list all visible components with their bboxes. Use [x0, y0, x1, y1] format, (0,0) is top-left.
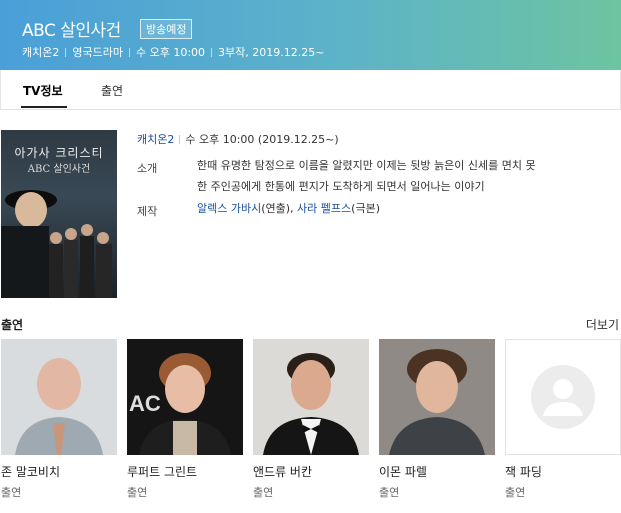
divider [211, 48, 213, 57]
cast-role: 출연 [253, 486, 274, 499]
cast-photo[interactable]: AC [127, 339, 243, 455]
cast-photo[interactable] [253, 339, 369, 455]
cast-photo[interactable] [379, 339, 495, 455]
cast-role: 출연 [505, 486, 526, 499]
cast-card[interactable]: 잭 파딩 출연 [505, 339, 621, 499]
cast-heading: 출연 [1, 318, 24, 332]
schedule-text: 수 오후 10:00 (2019.12.25~) [185, 133, 339, 146]
broadcast-info: 캐치온2 수 오후 10:00 (2019.12.25~) [137, 131, 339, 147]
cast-role: 출연 [127, 486, 148, 499]
program-poster[interactable]: 아가사 크리스티 ABC 살인사건 [1, 130, 117, 298]
meta-airtime: 수 오후 10:00 [135, 46, 206, 59]
writer-role: (극본) [351, 202, 380, 215]
tab-cast[interactable]: 출연 [101, 82, 123, 99]
cast-name[interactable]: 루퍼트 그린트 [127, 463, 197, 480]
cast-photo-art [263, 353, 359, 455]
person-placeholder-icon [531, 365, 595, 429]
tab-tv-info[interactable]: TV정보 [23, 82, 63, 99]
divider [128, 48, 130, 57]
active-tab-indicator [21, 106, 67, 108]
cast-card[interactable]: 이몬 파렐 출연 [379, 339, 495, 499]
cast-photo-art: AC [129, 353, 231, 455]
status-badge: 방송예정 [140, 19, 193, 39]
director-link[interactable]: 알렉스 가바시 [197, 202, 261, 215]
cast-card[interactable]: 존 말코비치 출연 [1, 339, 117, 499]
divider [65, 48, 67, 57]
program-meta: 캐치온2 영국드라마 수 오후 10:00 3부작, 2019.12.25~ [22, 44, 324, 60]
director-role: (연출), [261, 202, 298, 215]
cast-role: 출연 [379, 486, 400, 499]
channel-link[interactable]: 캐치온2 [137, 133, 174, 146]
cast-photo-placeholder[interactable] [505, 339, 621, 455]
intro-line-2: 한 주인공에게 한통에 편지가 도착하게 되면서 일어나는 이야기 [197, 180, 485, 193]
writer-link[interactable]: 사라 펠프스 [297, 202, 351, 215]
cast-card[interactable]: 앤드류 버칸 출연 [253, 339, 369, 499]
cast-name[interactable]: 존 말코비치 [1, 463, 60, 480]
production-credits: 알렉스 가바시(연출), 사라 펠프스(극본) [197, 198, 617, 219]
poster-artwork [1, 190, 112, 298]
intro-line-1: 한때 유명한 탐정으로 이름을 알렸지만 이제는 뒷방 늙은이 신세를 면치 못 [197, 159, 536, 172]
more-link[interactable]: 더보기 [586, 316, 619, 333]
cast-name[interactable]: 잭 파딩 [505, 463, 542, 480]
production-label: 제작 [137, 205, 158, 218]
intro-text: 한때 유명한 탐정으로 이름을 알렸지만 이제는 뒷방 늙은이 신세를 면치 못… [197, 155, 617, 197]
meta-episodes: 3부작, 2019.12.25~ [218, 46, 325, 59]
cast-name[interactable]: 앤드류 버칸 [253, 463, 312, 480]
cast-card[interactable]: AC 루퍼트 그린트 출연 [127, 339, 243, 499]
tab-bar: TV정보 출연 [0, 70, 621, 110]
meta-channel: 캐치온2 [22, 46, 60, 59]
cast-photo-art [15, 358, 103, 455]
program-header: ABC 살인사건 방송예정 캐치온2 영국드라마 수 오후 10:00 3부작, 20… [0, 0, 621, 70]
meta-genre: 영국드라마 [72, 46, 123, 59]
divider [179, 135, 181, 144]
intro-label: 소개 [137, 162, 158, 175]
svg-text:AC: AC [129, 391, 161, 416]
cast-role: 출연 [1, 486, 22, 499]
cast-photo[interactable] [1, 339, 117, 455]
cast-name[interactable]: 이몬 파렐 [379, 463, 427, 480]
program-title: ABC 살인사건 [22, 21, 121, 41]
cast-photo-art [389, 349, 485, 455]
